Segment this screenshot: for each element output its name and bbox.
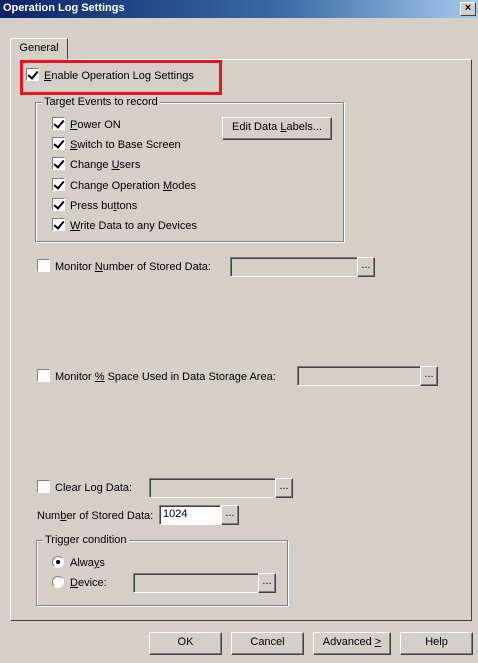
event-label: Press buttons [70,200,138,212]
stored-data-label: Number of Stored Data: [37,510,154,522]
checkbox-box[interactable] [52,218,65,231]
monitor-space-browse-button[interactable]: ... [420,366,438,386]
edit-data-labels-button[interactable]: Edit Data Labels... [222,117,332,140]
event-label: Switch to Base Screen [70,139,181,151]
trigger-device-radio[interactable]: Device: [52,575,107,591]
checkbox-box[interactable] [37,259,50,272]
cancel-button[interactable]: Cancel [231,632,304,655]
trigger-device-browse-button[interactable]: ... [258,573,276,593]
checkbox-box[interactable] [37,369,50,382]
radio-dot[interactable] [52,556,64,568]
monitor-space-label: Monitor % Space Used in Data Storage Are… [55,371,276,383]
checkbox-box[interactable] [52,117,65,130]
help-button[interactable]: Help [400,632,473,655]
clear-log-checkbox[interactable]: Clear Log Data: [37,480,132,496]
trigger-always-radio[interactable]: Always [52,555,105,571]
checkbox-box[interactable] [37,480,50,493]
monitor-number-browse-button[interactable]: ... [357,257,375,277]
title-bar: Operation Log Settings × [0,0,478,18]
event-press-buttons[interactable]: Press buttons [52,198,137,214]
monitor-space-checkbox[interactable]: Monitor % Space Used in Data Storage Are… [37,369,276,385]
target-events-title: Target Events to record [42,96,160,108]
checkbox-box[interactable] [52,157,65,170]
event-switch-base-screen[interactable]: Switch to Base Screen [52,137,181,153]
trigger-condition-title: Trigger condition [43,534,129,546]
event-label: Write Data to any Devices [70,220,197,232]
event-write-data-devices[interactable]: Write Data to any Devices [52,218,197,234]
event-change-users[interactable]: Change Users [52,157,140,173]
checkbox-box[interactable] [52,137,65,150]
checkbox-box[interactable] [52,178,65,191]
tab-general[interactable]: General [10,38,68,60]
ok-button[interactable]: OK [149,632,222,655]
clear-log-field[interactable] [149,478,276,498]
clear-log-browse-button[interactable]: ... [275,478,293,498]
clear-log-label: Clear Log Data: [55,482,133,494]
always-label: Always [70,557,105,569]
operation-log-settings-dialog: Operation Log Settings × General Enable … [0,0,478,663]
trigger-device-field[interactable] [133,573,259,593]
device-label: Device: [70,577,107,589]
event-power-on[interactable]: Power ON [52,117,121,133]
stored-data-browse-button[interactable]: ... [221,505,239,525]
monitor-space-field[interactable] [297,366,421,386]
window-title: Operation Log Settings [3,2,125,14]
monitor-number-field[interactable] [230,257,358,277]
monitor-number-checkbox[interactable]: Monitor Number of Stored Data: [37,259,211,275]
close-button[interactable]: × [460,2,476,16]
event-label: Change Operation Modes [70,180,196,192]
monitor-number-label: Monitor Number of Stored Data: [55,261,211,273]
radio-dot[interactable] [52,576,64,588]
event-change-operation-modes[interactable]: Change Operation Modes [52,178,196,194]
highlight-box [20,60,222,95]
checkbox-box[interactable] [52,198,65,211]
stored-data-field[interactable]: 1024 [159,505,221,525]
event-label: Power ON [70,119,121,131]
advanced-button[interactable]: Advanced > [313,632,391,655]
event-label: Change Users [70,159,141,171]
